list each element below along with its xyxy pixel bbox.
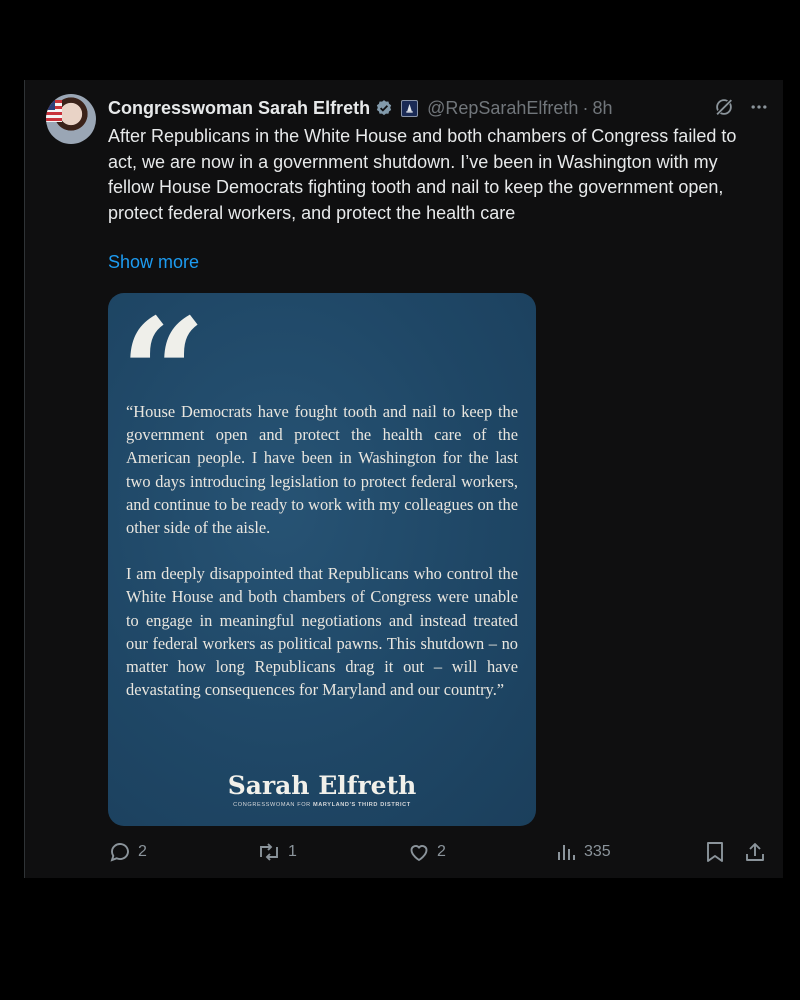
reply-button[interactable]: 2 <box>108 840 147 864</box>
views-chart-icon <box>556 840 578 864</box>
signature-subtitle-prefix: CONGRESSWOMAN FOR <box>233 802 311 808</box>
flag-icon <box>46 100 62 122</box>
author-name[interactable]: Congresswoman Sarah Elfreth <box>108 98 370 119</box>
post[interactable]: Congresswoman Sarah Elfreth @RepSarahElf… <box>24 80 783 878</box>
share-icon <box>744 840 766 864</box>
repost-icon <box>256 840 282 864</box>
post-header: Congresswoman Sarah Elfreth @RepSarahElf… <box>108 96 783 120</box>
more-icon[interactable] <box>749 97 769 122</box>
repost-button[interactable]: 1 <box>256 840 297 864</box>
like-count: 2 <box>437 843 446 860</box>
government-badge-icon[interactable] <box>401 99 419 117</box>
reply-icon <box>108 840 132 864</box>
quote-body: “House Democrats have fought tooth and n… <box>126 400 518 724</box>
bookmark-icon <box>704 840 726 864</box>
separator-dot: · <box>582 97 589 118</box>
views-button[interactable]: 335 <box>556 840 611 864</box>
bookmark-button[interactable] <box>704 840 726 864</box>
views-count: 335 <box>584 843 611 860</box>
signature-subtitle: CONGRESSWOMAN FOR MARYLAND'S THIRD DISTR… <box>108 802 536 808</box>
show-more-link[interactable]: Show more <box>108 252 199 273</box>
quote-image-card[interactable]: “ “House Democrats have fought tooth and… <box>108 293 536 826</box>
verified-badge-icon[interactable] <box>375 99 393 117</box>
quote-paragraph-1: “House Democrats have fought tooth and n… <box>126 402 518 538</box>
grok-icon[interactable] <box>713 96 735 123</box>
action-bar: 2 1 2 335 <box>108 840 768 868</box>
signature-name: Sarah Elfreth <box>227 771 417 800</box>
signature-subtitle-district: MARYLAND'S THIRD DISTRICT <box>312 802 411 808</box>
avatar[interactable] <box>46 94 96 144</box>
author-handle[interactable]: @RepSarahElfreth <box>427 98 578 119</box>
quote-paragraph-2: I am deeply disappointed that Republican… <box>126 564 518 700</box>
reply-count: 2 <box>138 843 147 860</box>
like-button[interactable]: 2 <box>407 840 446 864</box>
post-text: After Republicans in the White House and… <box>108 126 737 223</box>
heart-icon <box>407 840 431 864</box>
share-button[interactable] <box>744 840 766 864</box>
repost-count: 1 <box>288 843 297 860</box>
post-time[interactable]: 8h <box>592 98 612 119</box>
